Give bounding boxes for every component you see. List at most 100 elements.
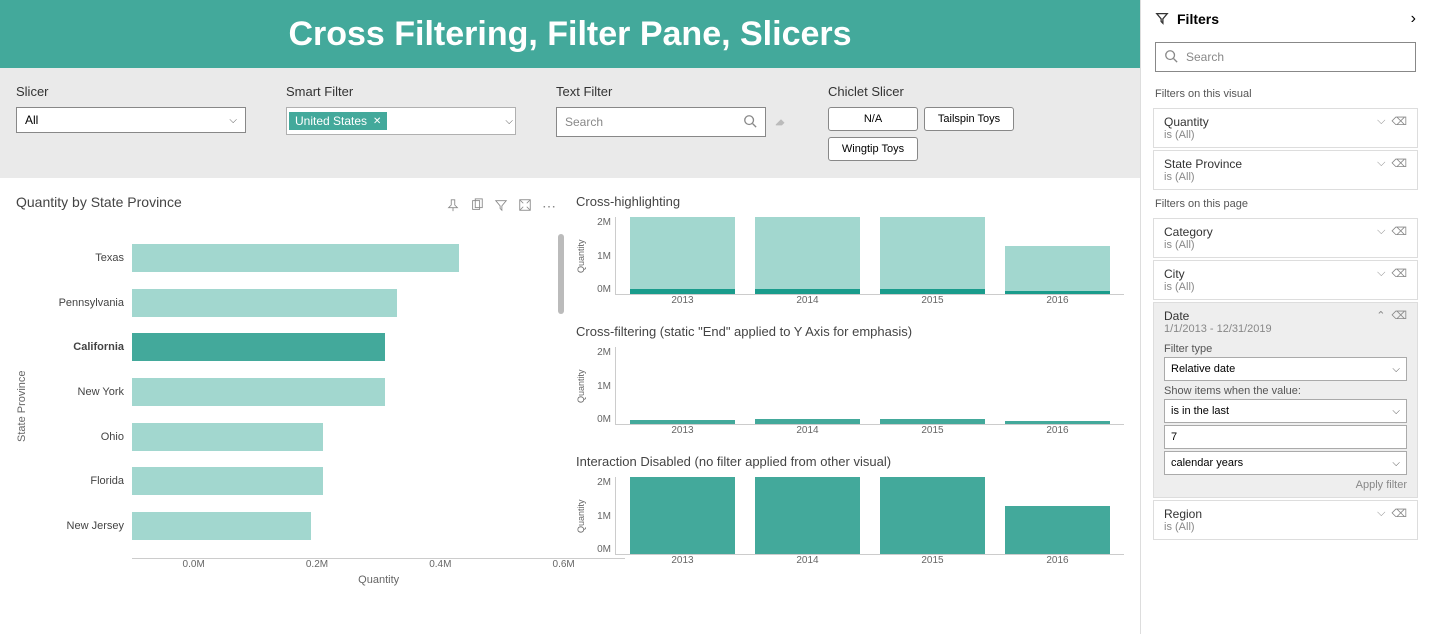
col-bar[interactable] xyxy=(1005,246,1110,294)
col-bar-wrap[interactable] xyxy=(880,217,985,294)
clear-filter-icon[interactable]: ⌫ xyxy=(1391,267,1407,280)
col-bar-wrap[interactable] xyxy=(630,477,735,554)
col-bar-wrap[interactable] xyxy=(880,477,985,554)
col-bar-wrap[interactable] xyxy=(1005,477,1110,554)
chevron-down-icon[interactable]: ⌵ xyxy=(1377,267,1385,280)
chiclet-group: Chiclet Slicer N/A Tailspin Toys Wingtip… xyxy=(828,84,1038,162)
chevron-down-icon[interactable]: ⌵ xyxy=(1377,157,1385,170)
hbar-row[interactable]: California xyxy=(32,332,625,362)
hbar-bar[interactable] xyxy=(132,289,397,317)
col-bar[interactable] xyxy=(630,420,735,424)
hbar-bar[interactable] xyxy=(132,423,323,451)
col-ylabel: Quantity xyxy=(576,347,588,425)
apply-filter-button[interactable]: Apply filter xyxy=(1164,479,1407,491)
hbar-bar[interactable] xyxy=(132,378,385,406)
col-bar[interactable] xyxy=(755,419,860,424)
hbar-visual[interactable]: Quantity by State Province ⋯ State Provi… xyxy=(16,194,556,618)
col-bar-wrap[interactable] xyxy=(755,217,860,294)
col-bar-wrap[interactable] xyxy=(630,347,735,424)
relative-num-input[interactable] xyxy=(1164,425,1407,449)
col-bar-wrap[interactable] xyxy=(880,347,985,424)
col-bar[interactable] xyxy=(880,477,985,554)
hbar-row[interactable]: Ohio xyxy=(32,422,625,452)
filter-card[interactable]: Categoryis (All)⌵⌫ xyxy=(1153,218,1418,258)
filter-card-region[interactable]: Region is (All) ⌵ ⌫ xyxy=(1153,500,1418,540)
hbar-row[interactable]: Florida xyxy=(32,466,625,496)
clear-filter-icon[interactable]: ⌫ xyxy=(1391,115,1407,128)
copy-icon[interactable] xyxy=(470,198,484,215)
hbar-bar[interactable] xyxy=(132,333,385,361)
col-bar[interactable] xyxy=(1005,506,1110,554)
text-filter-input[interactable]: Search xyxy=(556,107,766,137)
filter-card-date[interactable]: Date 1/1/2013 - 12/31/2019 ⌃ ⌫ Filter ty… xyxy=(1153,302,1418,498)
chevron-down-icon[interactable]: ⌵ xyxy=(1377,225,1385,238)
filter-card[interactable]: Quantityis (All)⌵⌫ xyxy=(1153,108,1418,148)
col-bar[interactable] xyxy=(1005,421,1110,424)
col-bar-wrap[interactable] xyxy=(630,217,735,294)
hbar-row[interactable]: Pennsylvania xyxy=(32,288,625,318)
smart-filter-label: Smart Filter xyxy=(286,84,516,99)
hbar-bar[interactable] xyxy=(132,467,323,495)
cross-highlight-visual[interactable]: Cross-highlighting Quantity 2M1M0M 20132… xyxy=(576,194,1124,306)
col-bar[interactable] xyxy=(755,217,860,294)
cross-filter-visual[interactable]: Cross-filtering (static "End" applied to… xyxy=(576,324,1124,436)
clear-filter-icon[interactable]: ⌫ xyxy=(1391,225,1407,238)
col-bar[interactable] xyxy=(880,217,985,294)
filter-search-input[interactable]: Search xyxy=(1155,42,1416,72)
filter-pane-title: Filters xyxy=(1177,11,1219,27)
relative-unit-select[interactable]: calendar years ⌵ xyxy=(1164,451,1407,475)
search-icon[interactable] xyxy=(743,114,757,131)
clear-filter-icon[interactable]: ⌫ xyxy=(1391,507,1407,520)
col-bar[interactable] xyxy=(630,217,735,294)
col-bar[interactable] xyxy=(630,477,735,554)
pin-icon[interactable] xyxy=(446,198,460,215)
filter-card-title: Region xyxy=(1164,507,1202,521)
focus-icon[interactable] xyxy=(518,198,532,215)
more-icon[interactable]: ⋯ xyxy=(542,198,556,215)
hbar-bar[interactable] xyxy=(132,512,311,540)
filter-card-sub: is (All) xyxy=(1164,239,1213,251)
hbar-bar[interactable] xyxy=(132,244,459,272)
hbar-row[interactable]: Texas xyxy=(32,243,625,273)
chevron-down-icon[interactable]: ⌵ xyxy=(1377,507,1385,520)
mini-title: Cross-highlighting xyxy=(576,194,1124,209)
col-bar-wrap[interactable] xyxy=(755,477,860,554)
col-ylabel: Quantity xyxy=(576,217,588,295)
chiclet-item[interactable]: Tailspin Toys xyxy=(924,107,1014,131)
smart-filter-input[interactable]: United States ✕ ⌵ xyxy=(286,107,516,135)
eraser-icon[interactable] xyxy=(774,114,788,131)
x-tick: 2015 xyxy=(880,295,985,306)
visual-scrollbar[interactable] xyxy=(558,234,564,314)
hbar-row[interactable]: New York xyxy=(32,377,625,407)
clear-filter-icon[interactable]: ⌫ xyxy=(1391,309,1407,335)
filter-card-sub: is (All) xyxy=(1164,521,1202,533)
filter-card-sub: is (All) xyxy=(1164,281,1195,293)
hbar-row[interactable]: New Jersey xyxy=(32,511,625,541)
col-bar[interactable] xyxy=(755,477,860,554)
mini-title: Interaction Disabled (no filter applied … xyxy=(576,454,1124,469)
text-filter-placeholder: Search xyxy=(565,115,603,129)
chevron-up-icon[interactable]: ⌃ xyxy=(1376,309,1385,335)
relative-op-select[interactable]: is in the last ⌵ xyxy=(1164,399,1407,423)
filter-icon[interactable] xyxy=(494,198,508,215)
filter-pane: Filters › Search Filters on this visual … xyxy=(1140,0,1430,634)
filter-card[interactable]: Cityis (All)⌵⌫ xyxy=(1153,260,1418,300)
collapse-icon[interactable]: › xyxy=(1411,10,1416,28)
report-canvas: Cross Filtering, Filter Pane, Slicers Sl… xyxy=(0,0,1140,634)
filter-type-select[interactable]: Relative date ⌵ xyxy=(1164,357,1407,381)
slicer-dropdown[interactable]: All ⌵ xyxy=(16,107,246,133)
col-bar[interactable] xyxy=(880,419,985,424)
no-interaction-visual[interactable]: Interaction Disabled (no filter applied … xyxy=(576,454,1124,566)
chevron-down-icon[interactable]: ⌵ xyxy=(505,116,513,127)
chiclet-item[interactable]: N/A xyxy=(828,107,918,131)
smart-filter-chip[interactable]: United States ✕ xyxy=(289,112,387,130)
col-bar-wrap[interactable] xyxy=(1005,347,1110,424)
close-icon[interactable]: ✕ xyxy=(373,116,381,127)
filter-card[interactable]: State Provinceis (All)⌵⌫ xyxy=(1153,150,1418,190)
chevron-down-icon[interactable]: ⌵ xyxy=(1377,115,1385,128)
chiclet-item[interactable]: Wingtip Toys xyxy=(828,137,918,161)
col-bar-wrap[interactable] xyxy=(1005,217,1110,294)
clear-filter-icon[interactable]: ⌫ xyxy=(1391,157,1407,170)
chevron-down-icon: ⌵ xyxy=(1392,406,1400,417)
col-bar-wrap[interactable] xyxy=(755,347,860,424)
